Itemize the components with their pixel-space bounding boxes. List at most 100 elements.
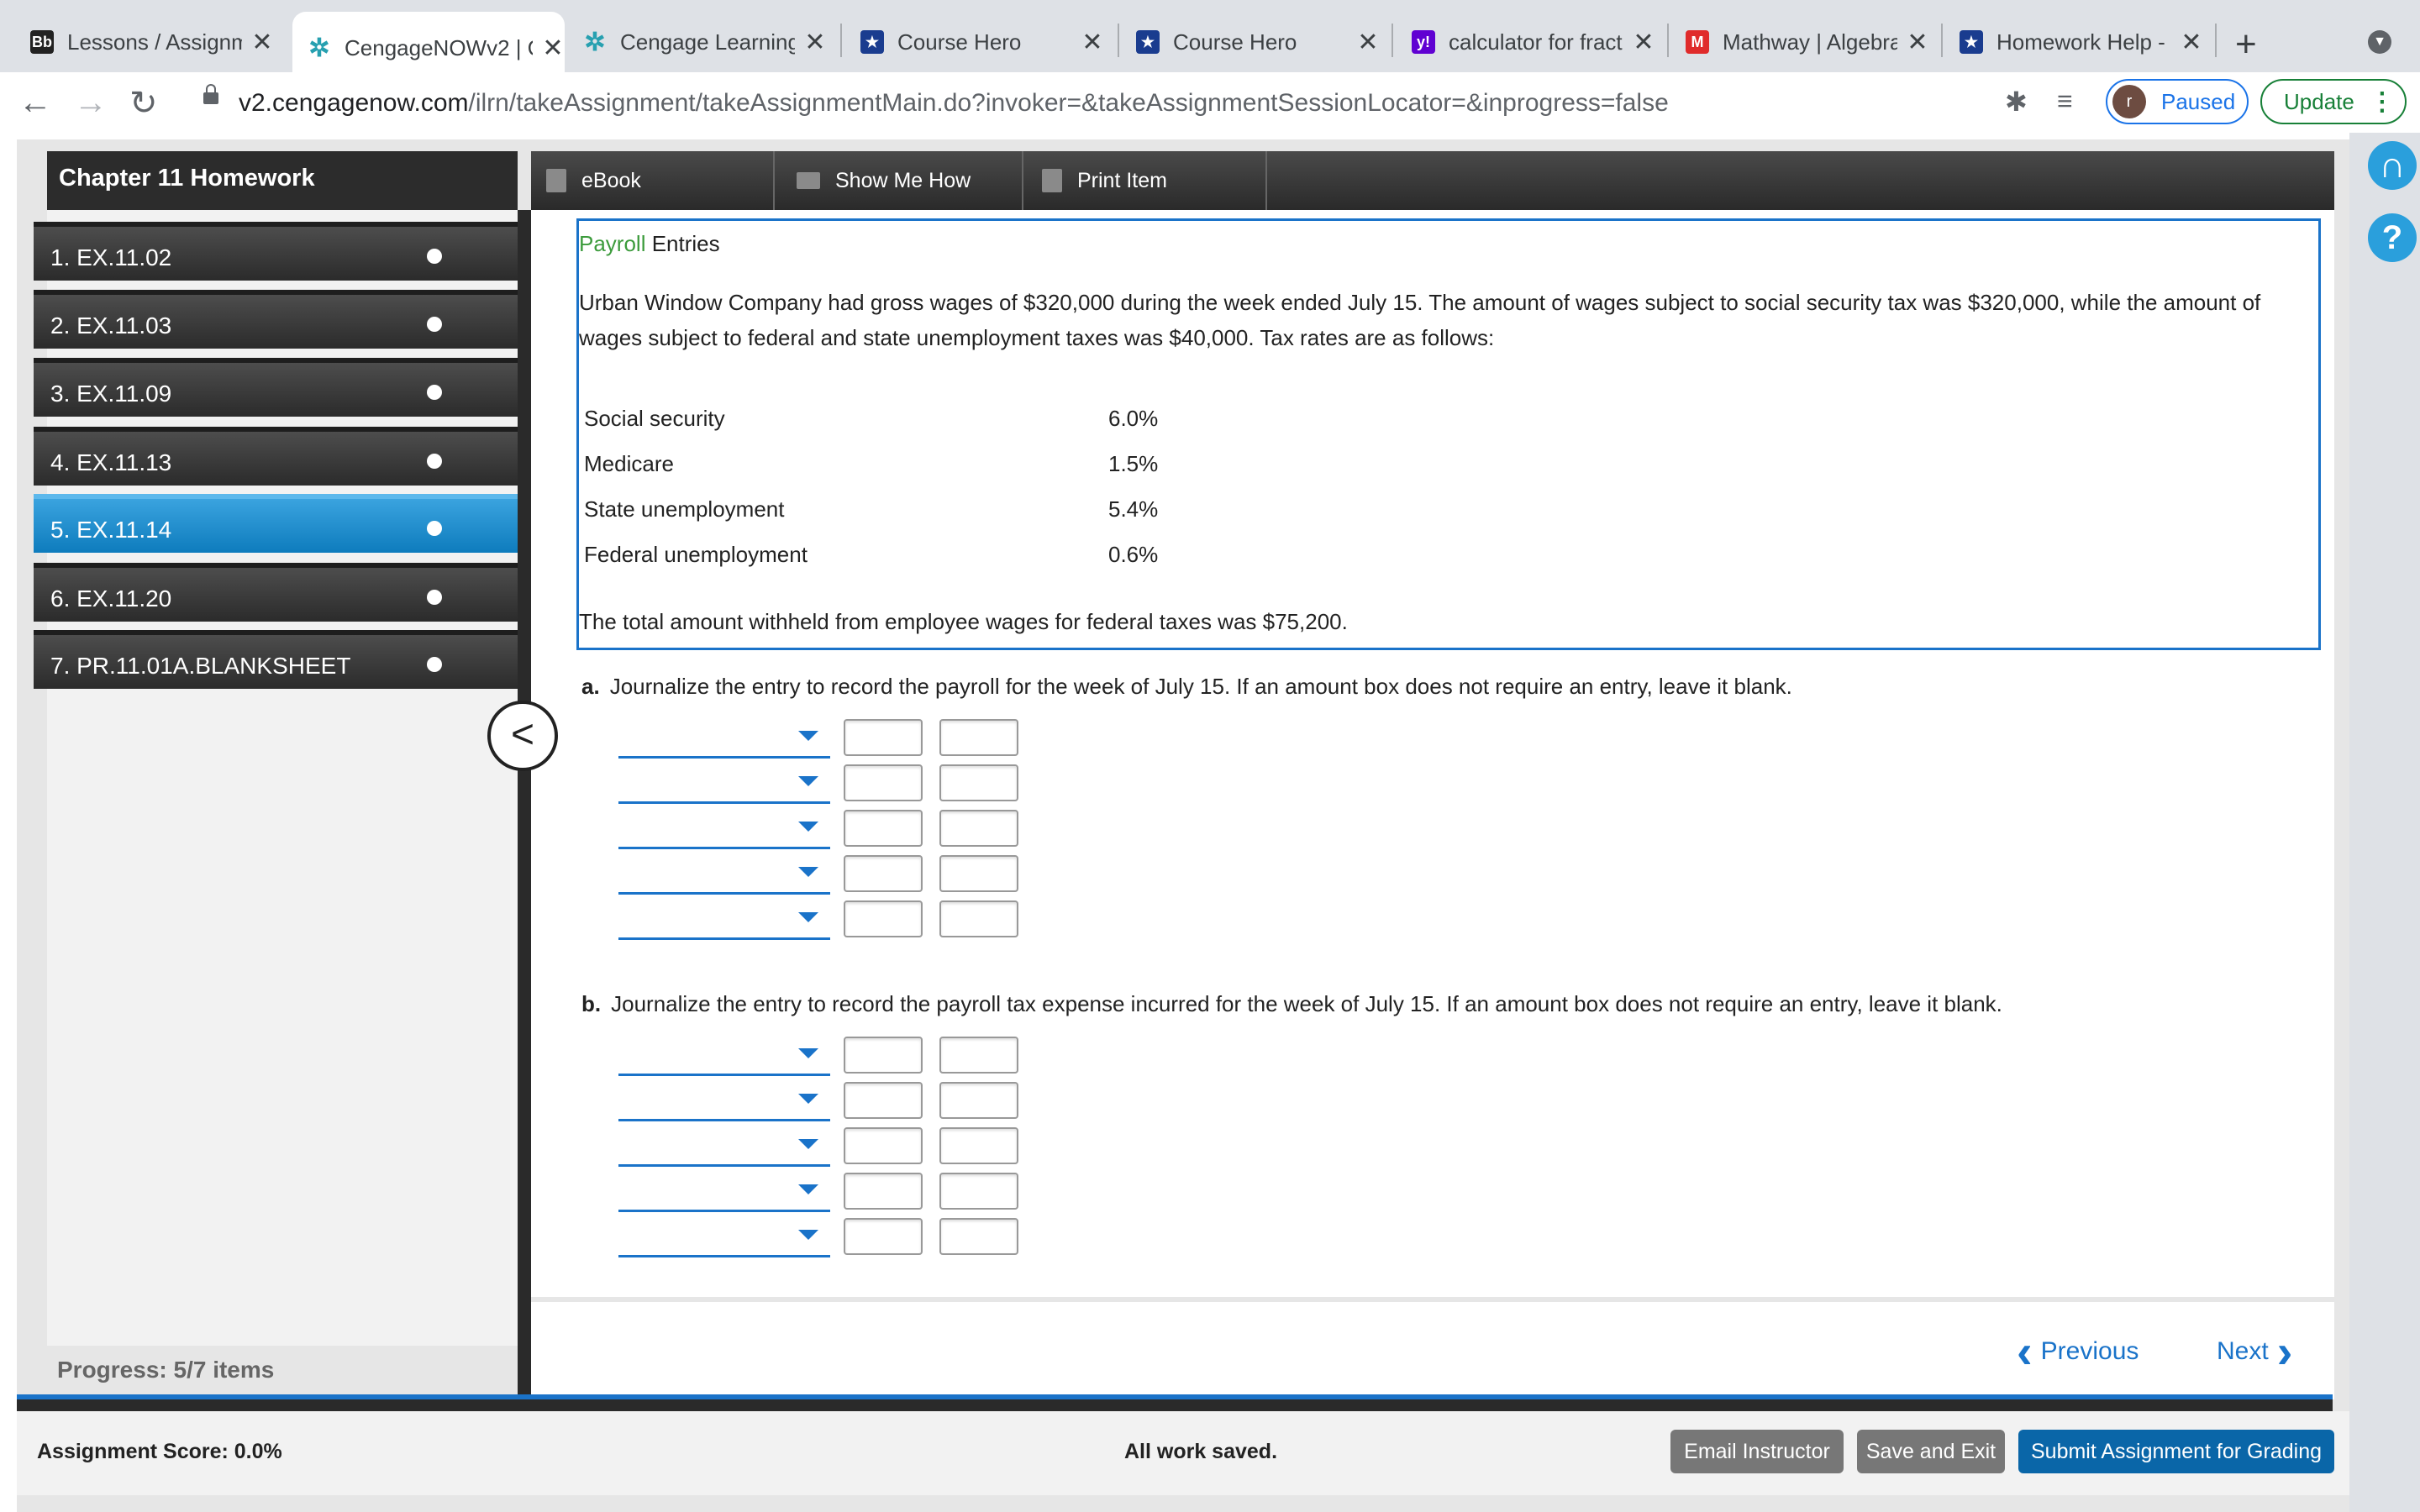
media-control-icon[interactable]: ≡ <box>2057 86 2073 117</box>
save-and-exit-button[interactable]: Save and Exit <box>1857 1430 2005 1473</box>
new-tab-icon[interactable]: + <box>2235 24 2257 66</box>
print-item-button[interactable]: Print Item <box>1023 151 1267 210</box>
sidebar-item-ex-11-03[interactable]: 2. EX.11.03 <box>34 290 518 349</box>
chevron-left-icon: < <box>510 712 535 757</box>
extensions-icon[interactable]: ✱ <box>2005 86 2028 118</box>
debit-input[interactable] <box>844 1037 923 1074</box>
table-row: Medicare 1.5% <box>584 451 1159 476</box>
debit-input[interactable] <box>844 1218 923 1255</box>
close-tab-icon[interactable]: ✕ <box>1356 28 1380 57</box>
sidebar-item-ex-11-14[interactable]: 5. EX.11.14 <box>34 494 518 553</box>
sidebar-item-ex-11-02[interactable]: 1. EX.11.02 <box>34 222 518 281</box>
account-select[interactable] <box>618 1037 830 1076</box>
tab-separator <box>2215 24 2217 57</box>
help-icon[interactable]: ? <box>2368 213 2417 262</box>
question-title: Payroll Entries <box>579 231 720 256</box>
payroll-link[interactable]: Payroll <box>579 231 645 256</box>
chevron-down-icon <box>798 1184 818 1194</box>
show-me-how-button[interactable]: Show Me How <box>775 151 1023 210</box>
sidebar-item-ex-11-13[interactable]: 4. EX.11.13 <box>34 427 518 486</box>
debit-input[interactable] <box>844 719 923 756</box>
credit-input[interactable] <box>939 1218 1018 1255</box>
sidebar-item-ex-11-09[interactable]: 3. EX.11.09 <box>34 358 518 417</box>
browser-tab[interactable]: ✲ Cengage Learning ✕ <box>583 12 827 72</box>
browser-tab[interactable]: Bb Lessons / Assignments ✕ <box>30 12 274 72</box>
credit-input[interactable] <box>939 1127 1018 1164</box>
tab-title: Course Hero <box>897 29 1022 55</box>
course-hero-icon: ★ <box>860 30 884 54</box>
debit-input[interactable] <box>844 764 923 801</box>
chevron-down-icon <box>798 1048 818 1058</box>
email-instructor-button[interactable]: Email Instructor <box>1670 1430 1844 1473</box>
debit-input[interactable] <box>844 810 923 847</box>
account-select[interactable] <box>618 1127 830 1167</box>
account-select[interactable] <box>618 1082 830 1121</box>
credit-input[interactable] <box>939 1037 1018 1074</box>
save-status: All work saved. <box>1124 1440 1278 1463</box>
address-bar[interactable]: v2.cengagenow.com/ilrn/takeAssignment/ta… <box>183 79 2143 128</box>
back-icon[interactable]: ← <box>18 84 52 122</box>
chevron-down-icon <box>798 776 818 786</box>
journal-row-a1 <box>618 719 1022 761</box>
status-dot-icon <box>427 590 442 605</box>
credit-input[interactable] <box>939 855 1018 892</box>
debit-input[interactable] <box>844 855 923 892</box>
assignment-footer: Assignment Score: 0.0% All work saved. E… <box>17 1411 2349 1495</box>
account-select[interactable] <box>618 1173 830 1212</box>
next-button[interactable]: Next › <box>2217 1324 2292 1378</box>
browser-tab[interactable]: y! calculator for fractions ✕ <box>1412 12 1655 72</box>
close-tab-icon[interactable]: ✕ <box>541 34 565 63</box>
close-tab-icon[interactable]: ✕ <box>803 28 827 57</box>
close-tab-icon[interactable]: ✕ <box>1081 28 1104 57</box>
account-select[interactable] <box>618 764 830 804</box>
sidebar-item-ex-11-20[interactable]: 6. EX.11.20 <box>34 563 518 622</box>
journal-row-b4 <box>618 1173 1022 1215</box>
update-button[interactable]: Update ⋮ <box>2260 79 2407 124</box>
account-select[interactable] <box>618 900 830 940</box>
next-label: Next <box>2217 1336 2269 1365</box>
headset-icon[interactable]: ∩ <box>2368 141 2417 190</box>
debit-input[interactable] <box>844 1173 923 1210</box>
browser-tab[interactable]: ★ Course Hero ✕ <box>860 12 1104 72</box>
previous-button[interactable]: ‹ Previous <box>2017 1324 2139 1378</box>
credit-input[interactable] <box>939 719 1018 756</box>
close-tab-icon[interactable]: ✕ <box>250 28 274 57</box>
browser-tab[interactable]: ★ Course Hero ✕ <box>1136 12 1380 72</box>
journal-row-b5 <box>618 1218 1022 1260</box>
reload-icon[interactable]: ↻ <box>129 84 158 123</box>
debit-input[interactable] <box>844 900 923 937</box>
credit-input[interactable] <box>939 1173 1018 1210</box>
lock-icon[interactable] <box>203 84 218 104</box>
browser-tab-strip: Bb Lessons / Assignments ✕ ✲ CengageNOWv… <box>0 0 2420 84</box>
credit-input[interactable] <box>939 1082 1018 1119</box>
collapse-sidebar-button[interactable]: < <box>487 701 558 771</box>
account-select[interactable] <box>618 855 830 895</box>
account-select[interactable] <box>618 810 830 849</box>
forward-icon[interactable]: → <box>74 84 108 122</box>
profile-paused-button[interactable]: r Paused <box>2106 79 2249 124</box>
browser-toolbar: ← → ↻ v2.cengagenow.com/ilrn/takeAssignm… <box>0 72 2420 133</box>
submit-assignment-button[interactable]: Submit Assignment for Grading <box>2018 1430 2334 1473</box>
ebook-button[interactable]: eBook <box>531 151 775 210</box>
close-tab-icon[interactable]: ✕ <box>1906 28 1929 57</box>
ebook-label: eBook <box>581 168 641 192</box>
question-intro: Urban Window Company had gross wages of … <box>579 290 2261 350</box>
close-tab-icon[interactable]: ✕ <box>1632 28 1655 57</box>
close-tab-icon[interactable]: ✕ <box>2180 28 2203 57</box>
assignment-score: Assignment Score: 0.0% <box>37 1440 282 1463</box>
account-select[interactable] <box>618 719 830 759</box>
course-hero-icon: ★ <box>1960 30 1983 54</box>
question-box: Payroll Entries Urban Window Company had… <box>576 218 2321 650</box>
credit-input[interactable] <box>939 900 1018 937</box>
browser-tab[interactable]: M Mathway | Algebra Problem Solver ✕ <box>1686 12 1929 72</box>
browser-tab[interactable]: ★ Homework Help - Q&A from Online Tutors… <box>1960 12 2203 72</box>
tab-title: Mathway | Algebra Problem Solver <box>1723 29 1897 55</box>
account-select[interactable] <box>618 1218 830 1257</box>
credit-input[interactable] <box>939 810 1018 847</box>
tab-search-icon[interactable]: ▼ <box>2368 30 2391 54</box>
credit-input[interactable] <box>939 764 1018 801</box>
debit-input[interactable] <box>844 1082 923 1119</box>
sidebar-item-pr-11-01a[interactable]: 7. PR.11.01A.BLANKSHEET <box>34 630 518 689</box>
tab-separator <box>840 24 842 57</box>
debit-input[interactable] <box>844 1127 923 1164</box>
